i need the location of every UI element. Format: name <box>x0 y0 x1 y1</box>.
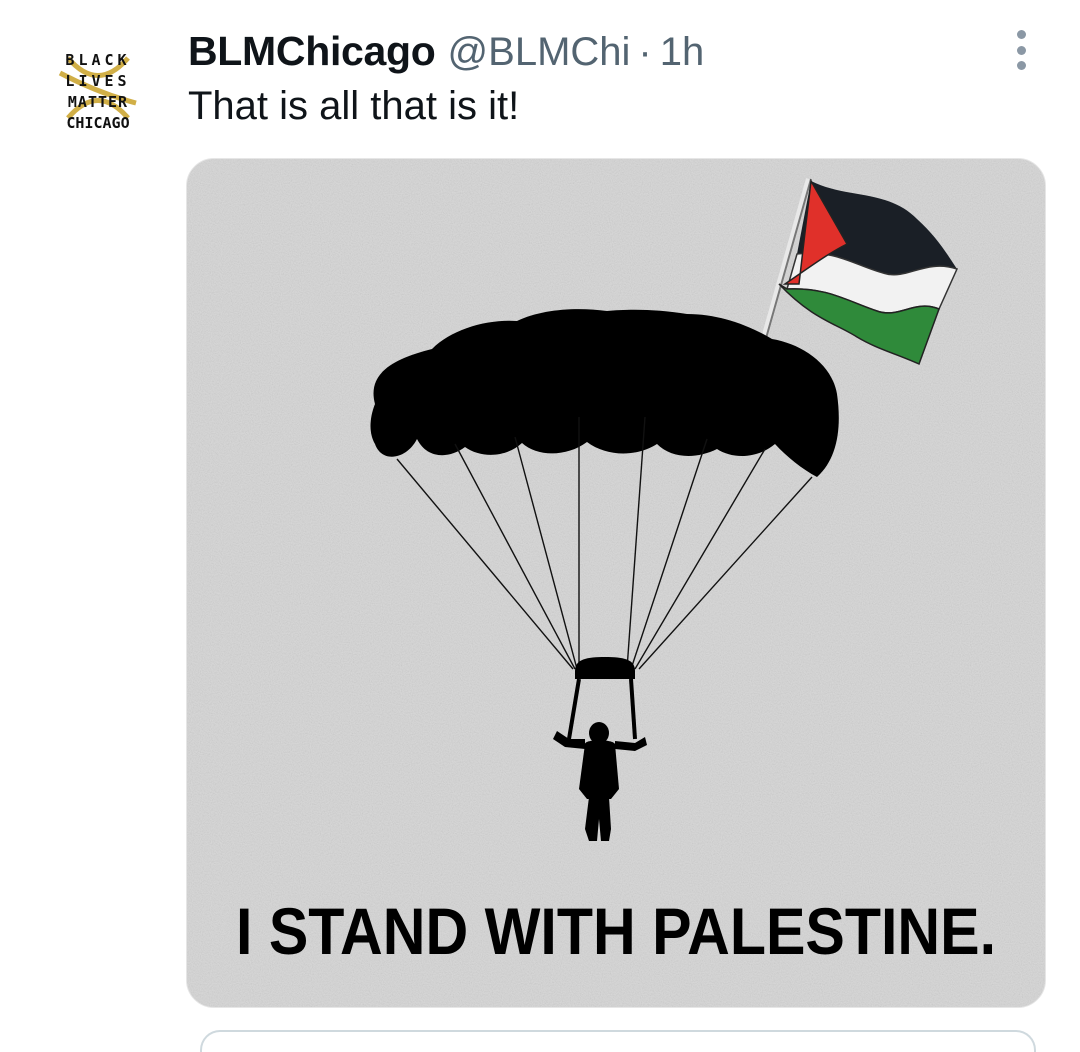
more-dot <box>1016 30 1026 39</box>
logo-line-1: BLACK <box>65 51 130 69</box>
blm-chicago-logo-icon: BLACK LIVES MATTER CHICAGO <box>58 51 137 132</box>
author-handle[interactable]: @BLMChi <box>448 30 631 75</box>
avatar[interactable]: BLACK LIVES MATTER CHICAGO <box>50 48 146 134</box>
more-dot <box>1016 45 1026 55</box>
logo-line-3: MATTER <box>68 93 128 111</box>
next-card-edge <box>200 1030 1036 1052</box>
tweet-media-image[interactable]: I STAND WITH PALESTINE. <box>186 158 1046 1008</box>
logo-line-4: CHICAGO <box>66 114 129 132</box>
media-caption: I STAND WITH PALESTINE. <box>236 894 996 968</box>
author-name[interactable]: BLMChicago <box>188 28 436 75</box>
tweet-text: That is all that is it! <box>188 84 520 128</box>
logo-line-2: LIVES <box>65 72 130 90</box>
tweet-header: BLMChicago @BLMChi · 1h <box>188 28 704 76</box>
parachute-illustration: I STAND WITH PALESTINE. <box>187 159 1045 1007</box>
more-dot <box>1016 61 1026 70</box>
more-options-icon[interactable] <box>1004 30 1038 70</box>
tweet-timestamp[interactable]: 1h <box>660 30 705 75</box>
header-separator: · <box>638 30 652 74</box>
